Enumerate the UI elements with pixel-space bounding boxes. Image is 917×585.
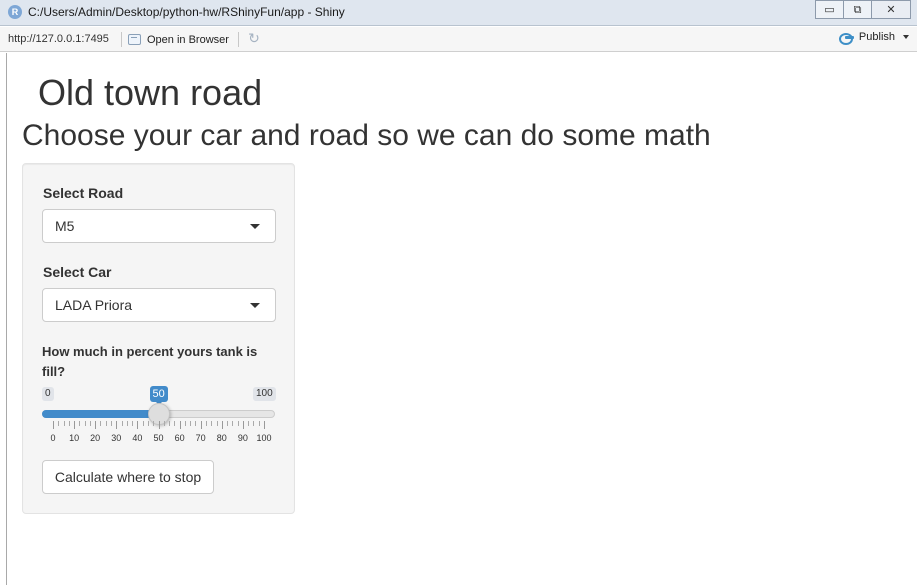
slider-major-tick [242,421,244,429]
slider-minor-tick [153,421,155,426]
slider-minor-tick [68,421,70,426]
window-title-bar: R C:/Users/Admin/Desktop/python-hw/RShin… [0,0,917,26]
sidebar-panel: Select Road M5 Select Car LADA Priora Ho… [22,163,295,514]
car-select-label: Select Car [43,264,112,280]
slider-minor-tick [190,421,192,426]
slider-major-tick [137,421,139,429]
slider-scale: 0 10 20 30 40 50 60 70 80 90 100 [42,421,276,451]
toolbar-divider [121,32,122,47]
open-in-browser-button[interactable]: Open in Browser [128,31,229,48]
slider-min-label: 0 [42,387,54,401]
slider-minor-tick [253,421,255,426]
publish-button[interactable]: Publish [838,31,909,45]
slider-minor-tick [121,421,123,426]
slider-max-label: 100 [253,387,276,401]
slider-minor-tick [147,421,149,426]
slider-minor-tick [142,421,144,426]
slider-minor-tick [126,421,128,426]
refresh-icon[interactable]: ↻ [246,31,262,47]
slider-tick-label: 0 [50,433,56,443]
publish-label: Publish [858,31,895,43]
slider-minor-tick [248,421,250,426]
slider-major-tick [53,421,54,429]
slider-value-label: 50 [149,386,168,405]
slider-minor-tick [163,421,165,426]
toolbar-divider [238,32,239,47]
publish-icon [838,31,855,45]
slider-major-tick [95,421,97,429]
road-select-label: Select Road [43,185,124,201]
slider-minor-tick [58,421,60,426]
r-app-icon: R [8,5,22,19]
slider-minor-tick [174,421,176,426]
maximize-button[interactable]: ⧉ [843,0,872,19]
close-button[interactable]: ✕ [871,0,911,19]
car-select-value: LADA Priora [55,297,133,313]
window-controls: ▭ ⧉ ✕ [815,0,911,19]
minimize-button[interactable]: ▭ [815,0,844,19]
dropdown-arrow-icon [250,303,260,308]
slider-tick-label: 100 [256,433,272,443]
car-select[interactable]: LADA Priora [42,288,276,322]
slider-minor-tick [216,421,218,426]
slider-major-tick [179,421,181,429]
slider-minor-tick [105,421,107,426]
chevron-down-icon [903,35,909,39]
slider-minor-tick [169,421,171,426]
open-in-browser-label: Open in Browser [147,33,229,46]
slider-minor-tick [184,421,186,426]
slider-tick-label: 10 [69,433,80,443]
slider-minor-tick [211,421,213,426]
tank-slider-label: How much in percent yours tank is fill? [42,344,258,379]
window-title: C:/Users/Admin/Desktop/python-hw/RShinyF… [28,5,345,19]
slider-tick-label: 90 [237,433,248,443]
road-select[interactable]: M5 [42,209,276,243]
slider-tick-label: 70 [195,433,206,443]
slider-major-tick [200,421,202,429]
slider-major-tick [74,421,76,429]
page-subtitle: Choose your car and road so we can do so… [22,119,711,152]
slider-minor-tick [84,421,86,426]
viewer-toolbar: http://127.0.0.1:7495 Open in Browser ↻ … [0,27,917,52]
slider-minor-tick [232,421,234,426]
slider-minor-tick [237,421,239,426]
slider-minor-tick [258,421,260,426]
slider-minor-tick [205,421,207,426]
slider-major-tick [116,421,118,429]
url-label: http://127.0.0.1:7495 [8,33,109,45]
app-viewport: Old town road Choose your car and road s… [6,53,917,585]
slider-minor-tick [227,421,229,426]
slider-minor-tick [79,421,81,426]
slider-tick-label: 30 [111,433,122,443]
slider-tick-label: 80 [216,433,227,443]
slider-major-tick [264,421,265,429]
slider-minor-tick [89,421,91,426]
slider-major-tick [158,421,160,429]
browser-window-icon [128,34,141,45]
slider-minor-tick [111,421,113,426]
slider-tick-label: 50 [153,433,164,443]
slider-tick-label: 20 [90,433,101,443]
page-title: Old town road [38,72,263,113]
slider-minor-tick [100,421,102,426]
dropdown-arrow-icon [250,224,260,229]
slider-fill [42,410,159,418]
slider-minor-tick [195,421,197,426]
slider-minor-tick [63,421,65,426]
road-select-value: M5 [55,218,75,234]
slider-tick-label: 40 [132,433,143,443]
slider-tick-label: 60 [174,433,185,443]
slider-minor-tick [132,421,134,426]
calculate-button[interactable]: Calculate where to stop [42,460,214,494]
slider-major-tick [221,421,223,429]
